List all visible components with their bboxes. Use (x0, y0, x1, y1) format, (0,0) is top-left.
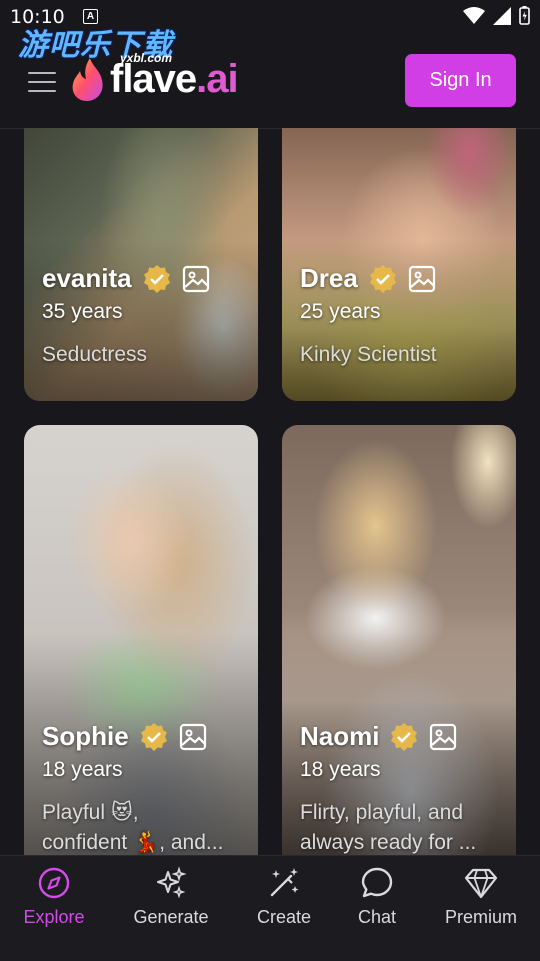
wifi-icon (463, 6, 485, 24)
card-info: Naomi 18 years Flirty, playful, and alwa… (300, 721, 506, 855)
nav-chat[interactable]: Chat (346, 866, 408, 936)
diamond-icon (464, 868, 498, 899)
character-age: 35 years (42, 300, 123, 323)
sign-in-button[interactable]: Sign In (405, 54, 516, 107)
character-description: Flirty, playful, and always ready for ..… (300, 801, 477, 854)
nav-label: Generate (133, 907, 209, 927)
nav-label: Chat (357, 907, 397, 927)
verified-badge-icon (143, 264, 170, 293)
bottom-navigation: Explore Generate Create Chat Premium (0, 855, 540, 961)
character-name: Naomi (300, 721, 380, 751)
gallery-icon[interactable] (179, 723, 207, 751)
character-name: Sophie (42, 721, 129, 751)
character-card-naomi[interactable]: Naomi 18 years Flirty, playful, and alwa… (282, 425, 516, 855)
character-description: Seductress (42, 343, 148, 366)
battery-icon (519, 6, 530, 25)
watermark-url: yxbl.com (120, 51, 173, 65)
nav-premium[interactable]: Premium (440, 866, 522, 936)
signal-icon (493, 6, 511, 25)
character-card-drea[interactable]: Drea 25 years Kinky Scientist (282, 128, 516, 401)
verified-badge-icon (391, 722, 418, 751)
character-name: Drea (300, 263, 358, 293)
character-name: evanita (42, 263, 132, 293)
character-grid: evanita 35 years Seductress Drea 25 year… (0, 128, 540, 855)
status-icons (463, 6, 530, 25)
chat-bubble-icon (361, 867, 393, 898)
character-age: 18 years (300, 758, 381, 781)
nav-explore[interactable]: Explore (18, 866, 90, 936)
verified-badge-icon (140, 722, 167, 751)
character-card-evanita[interactable]: evanita 35 years Seductress (24, 128, 258, 401)
gallery-icon[interactable] (182, 265, 210, 293)
card-info: evanita 35 years Seductress (42, 263, 248, 370)
card-info: Sophie 18 years Playful 😻, confident 💃, … (42, 721, 248, 855)
nav-create[interactable]: Create (248, 866, 320, 936)
compass-icon (38, 867, 70, 899)
character-age: 25 years (300, 300, 381, 323)
gallery-icon[interactable] (429, 723, 457, 751)
character-card-sophie[interactable]: Sophie 18 years Playful 😻, confident 💃, … (24, 425, 258, 855)
watermark-logo: 游吧乐下载 yxbl.com (18, 20, 173, 65)
character-description: Playful 😻, confident 💃, and... (42, 801, 224, 854)
verified-badge-icon (369, 264, 396, 293)
character-description: Kinky Scientist (300, 343, 437, 366)
magic-wand-icon (270, 868, 299, 897)
gallery-icon[interactable] (408, 265, 436, 293)
character-age: 18 years (42, 758, 123, 781)
nav-label: Premium (444, 907, 517, 927)
nav-label: Create (256, 907, 312, 927)
sparkles-icon (157, 866, 187, 899)
hamburger-menu-icon[interactable] (28, 72, 56, 92)
card-info: Drea 25 years Kinky Scientist (300, 263, 506, 370)
nav-generate[interactable]: Generate (126, 866, 216, 936)
nav-label: Explore (23, 907, 85, 927)
